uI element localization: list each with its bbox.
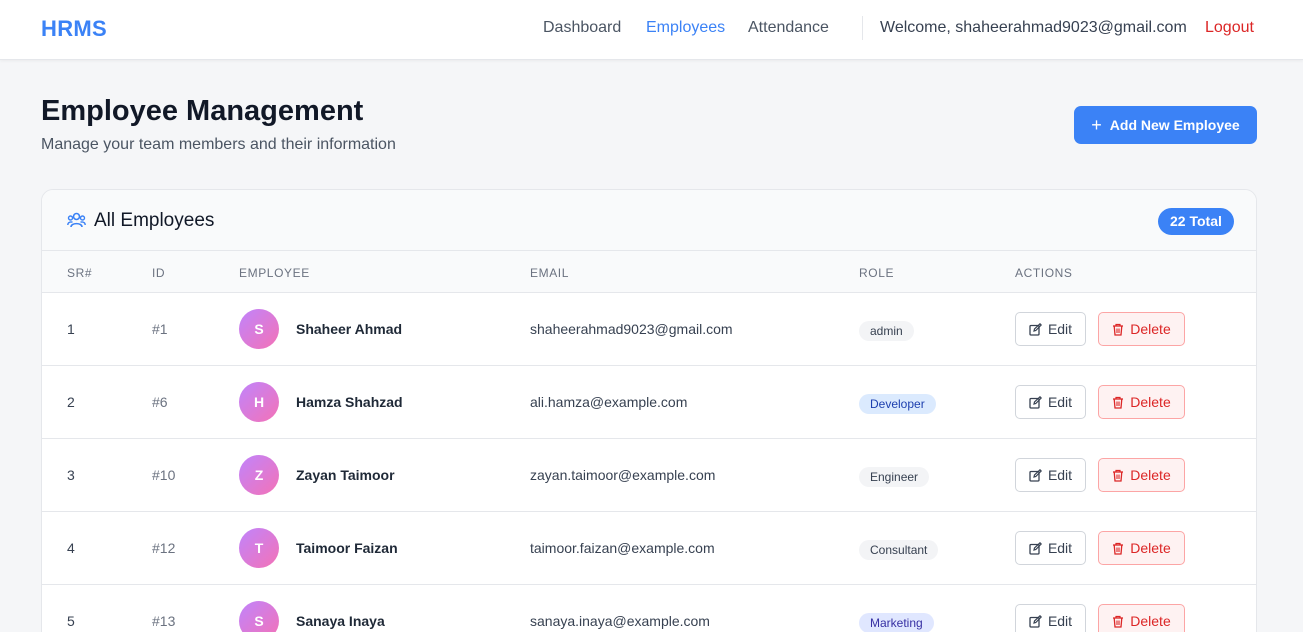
role-badge: Marketing <box>859 613 934 632</box>
edit-icon <box>1029 468 1042 482</box>
delete-label: Delete <box>1130 467 1171 483</box>
employee-email: ali.hamza@example.com <box>530 394 688 410</box>
edit-icon <box>1029 614 1042 628</box>
delete-label: Delete <box>1130 613 1171 629</box>
delete-button[interactable]: Delete <box>1098 312 1185 346</box>
trash-icon <box>1112 542 1124 555</box>
avatar-initial: S <box>254 321 264 337</box>
nav-divider <box>862 16 863 40</box>
delete-label: Delete <box>1130 540 1171 556</box>
avatar-initial: H <box>253 394 265 410</box>
employee-name: Zayan Taimoor <box>296 467 395 483</box>
role-badge: Engineer <box>859 467 930 487</box>
brand-logo[interactable]: HRMS <box>41 16 107 42</box>
table-row: 2 #6 H Hamza Shahzad ali.hamza@example.com De… <box>42 366 1256 439</box>
plus-icon: + <box>1091 115 1102 135</box>
employee-email: zayan.taimoor@example.com <box>530 467 716 483</box>
employee-email: shaheerahmad9023@gmail.com <box>530 321 733 337</box>
top-navbar: HRMS Dashboard Employees Attendance Welc… <box>0 0 1303 60</box>
edit-icon <box>1029 541 1042 555</box>
avatar-initial: T <box>254 540 264 556</box>
page-subtitle: Manage your team members and their infor… <box>41 136 396 153</box>
delete-button[interactable]: Delete <box>1098 531 1185 565</box>
employee-name: Shaheer Ahmad <box>296 321 403 337</box>
row-employee-id: #10 <box>152 467 176 483</box>
column-header-actions: ACTIONS <box>1015 266 1073 280</box>
total-count-badge: 22 Total <box>1158 208 1234 235</box>
employee-name: Sanaya Inaya <box>296 613 385 629</box>
employee-email: sanaya.inaya@example.com <box>530 613 710 629</box>
column-header-employee: EMPLOYEE <box>239 266 310 280</box>
trash-icon <box>1112 469 1124 482</box>
avatar: Z <box>239 455 279 495</box>
add-new-employee-label: Add New Employee <box>1109 117 1240 133</box>
row-employee-id: #1 <box>152 321 168 337</box>
edit-label: Edit <box>1047 467 1073 483</box>
avatar: S <box>239 309 279 349</box>
edit-icon <box>1029 322 1042 336</box>
trash-icon <box>1112 323 1124 336</box>
edit-button[interactable]: Edit <box>1015 458 1086 492</box>
edit-button[interactable]: Edit <box>1015 312 1086 346</box>
edit-button[interactable]: Edit <box>1015 385 1086 419</box>
edit-label: Edit <box>1047 613 1073 629</box>
edit-button[interactable]: Edit <box>1015 531 1086 565</box>
delete-button[interactable]: Delete <box>1098 604 1185 632</box>
table-row: 1 #1 S Shaheer Ahmad shaheerahmad9023@gmail.… <box>42 293 1256 366</box>
trash-icon <box>1112 396 1124 409</box>
row-sr-number: 1 <box>67 321 75 337</box>
row-sr-number: 4 <box>67 540 75 556</box>
column-header-role: ROLE <box>859 266 895 280</box>
table-row: 4 #12 T Taimoor Faizan taimoor.faizan@exampl… <box>42 512 1256 585</box>
role-badge: admin <box>859 321 914 341</box>
column-header-id: ID <box>152 266 166 280</box>
employees-card: All Employees 22 Total SR# ID EMPLOYEE E… <box>41 189 1257 632</box>
card-header: All Employees 22 Total <box>42 190 1256 251</box>
row-employee-id: #6 <box>152 394 168 410</box>
row-sr-number: 5 <box>67 613 75 629</box>
column-header-email: EMAIL <box>530 266 570 280</box>
role-badge: Developer <box>859 394 936 414</box>
employee-name: Taimoor Faizan <box>296 540 398 556</box>
users-icon <box>67 212 86 233</box>
edit-label: Edit <box>1047 540 1073 556</box>
delete-button[interactable]: Delete <box>1098 458 1185 492</box>
welcome-text: Welcome, shaheerahmad9023@gmail.com <box>880 19 1187 36</box>
employee-name: Hamza Shahzad <box>296 394 403 410</box>
page-title: Employee Management <box>41 95 364 127</box>
delete-label: Delete <box>1130 394 1171 410</box>
role-badge: Consultant <box>859 540 939 560</box>
table-row: 3 #10 Z Zayan Taimoor zayan.taimoor@example.… <box>42 439 1256 512</box>
row-sr-number: 2 <box>67 394 75 410</box>
nav-link-attendance[interactable]: Attendance <box>748 19 829 37</box>
column-header-sr: SR# <box>67 266 93 280</box>
delete-label: Delete <box>1130 321 1171 337</box>
avatar-initial: S <box>254 613 264 629</box>
avatar: H <box>239 382 279 422</box>
nav-link-dashboard[interactable]: Dashboard <box>543 19 621 37</box>
card-title: All Employees <box>94 210 215 231</box>
row-employee-id: #13 <box>152 613 176 629</box>
avatar: T <box>239 528 279 568</box>
trash-icon <box>1112 615 1124 628</box>
edit-label: Edit <box>1047 321 1073 337</box>
row-employee-id: #12 <box>152 540 176 556</box>
row-sr-number: 3 <box>67 467 75 483</box>
avatar: S <box>239 601 279 632</box>
edit-icon <box>1029 395 1042 409</box>
table-header: SR# ID EMPLOYEE EMAIL ROLE ACTIONS <box>42 251 1256 293</box>
nav-link-employees[interactable]: Employees <box>646 19 725 37</box>
edit-label: Edit <box>1047 394 1073 410</box>
add-new-employee-button[interactable]: + Add New Employee <box>1074 106 1257 144</box>
avatar-initial: Z <box>254 467 264 483</box>
employee-email: taimoor.faizan@example.com <box>530 540 715 556</box>
delete-button[interactable]: Delete <box>1098 385 1185 419</box>
edit-button[interactable]: Edit <box>1015 604 1086 632</box>
logout-link[interactable]: Logout <box>1205 19 1254 37</box>
table-row: 5 #13 S Sanaya Inaya sanaya.inaya@example.co… <box>42 585 1256 632</box>
